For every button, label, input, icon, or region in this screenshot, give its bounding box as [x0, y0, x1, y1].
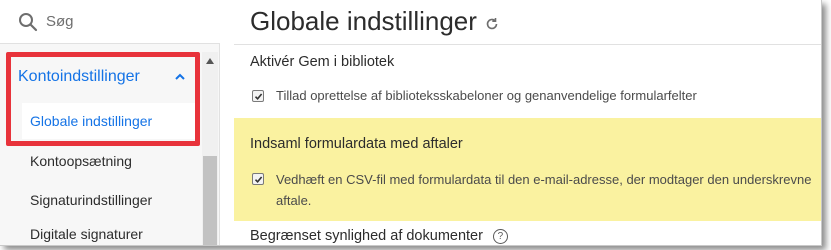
main-content: Globale indstillinger Aktivér Gem i bibl…	[234, 0, 821, 245]
scroll-up-arrow-icon[interactable]	[206, 58, 214, 64]
checkbox-csv[interactable]	[252, 173, 264, 185]
scrollbar-thumb[interactable]	[203, 156, 217, 245]
help-icon[interactable]: ?	[492, 228, 508, 244]
sidebar-item-digitale-signaturer[interactable]: Digitale signaturer	[30, 226, 200, 242]
checkmark-icon	[254, 92, 262, 100]
refresh-icon[interactable]	[485, 17, 499, 31]
checkbox-label: Tillad oprettelse af biblioteksskabelone…	[276, 88, 697, 103]
title-divider	[234, 44, 821, 45]
section-heading-text: Begrænset synlighed af dokumenter	[250, 228, 483, 244]
search-icon	[19, 12, 38, 31]
page-title-text: Globale indstillinger	[250, 5, 477, 36]
sidebar-item-kontoopsaetning[interactable]: Kontoopsætning	[30, 153, 200, 169]
page-title: Globale indstillinger	[250, 4, 499, 38]
sidebar-item-label: Kontoindstillinger	[18, 68, 140, 85]
checkbox-row-bibliotek[interactable]: Tillad oprettelse af biblioteksskabelone…	[252, 88, 697, 103]
section-heading-indsaml-formulardata: Indsaml formulardata med aftaler	[250, 136, 463, 152]
search-box[interactable]: Søg	[0, 0, 220, 44]
checkbox-label: Vedhæft en CSV-fil med formulardata til …	[276, 172, 812, 208]
search-input[interactable]: Søg	[46, 13, 74, 30]
sidebar: Søg Kontoindstillinger Globale indstilli…	[0, 0, 220, 245]
checkmark-icon	[254, 175, 262, 183]
app-window: Søg Kontoindstillinger Globale indstilli…	[0, 0, 822, 246]
checkbox-row-csv[interactable]: Vedhæft en CSV-fil med formulardata til …	[252, 169, 812, 211]
sidebar-item-globale-indstillinger[interactable]: Globale indstillinger	[30, 113, 200, 129]
section-heading-begraenset-synlighed: Begrænset synlighed af dokumenter?	[250, 228, 508, 244]
sidebar-item-kontoindstillinger[interactable]: Kontoindstillinger	[8, 56, 194, 98]
chevron-up-icon[interactable]	[174, 71, 186, 83]
sidebar-item-signaturindstillinger[interactable]: Signaturindstillinger	[30, 192, 200, 208]
section-heading-gem-i-bibliotek: Aktivér Gem i bibliotek	[250, 54, 395, 70]
checkbox-bibliotek[interactable]	[252, 90, 264, 102]
